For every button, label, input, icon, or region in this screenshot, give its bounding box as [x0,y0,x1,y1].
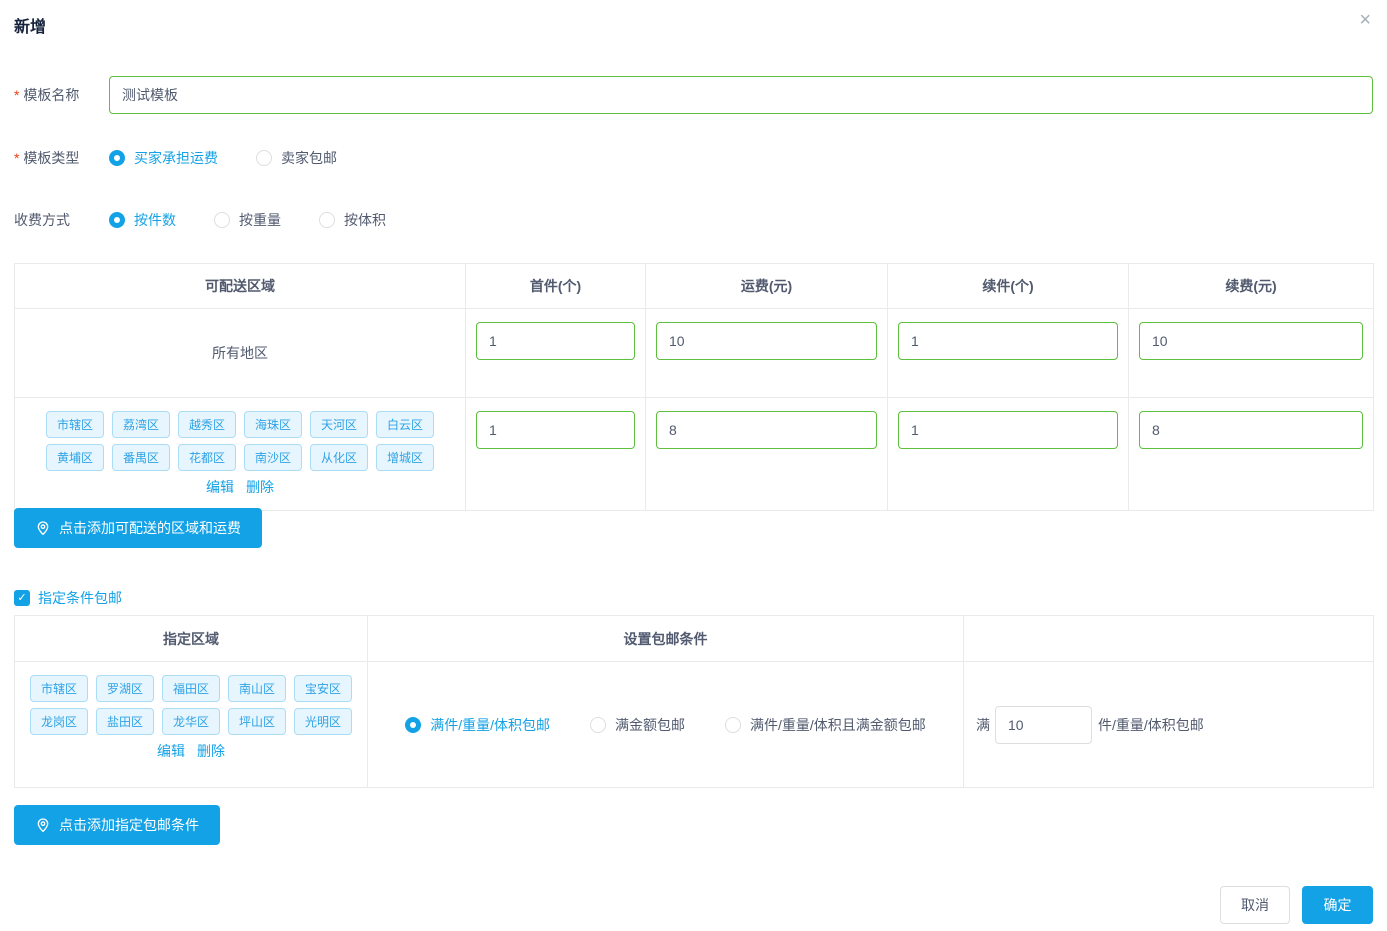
first-fee-input[interactable] [656,411,877,449]
charge-method-row: 收费方式 按件数 按重量 按体积 [14,211,1373,229]
first-qty-input[interactable] [476,411,635,449]
radio-buyer-pays[interactable]: 买家承担运费 [109,148,218,168]
edit-link[interactable]: 编辑 [157,741,185,761]
region-tag[interactable]: 罗湖区 [96,675,154,702]
col-header-first-qty: 首件(个) [466,264,646,309]
region-tag[interactable]: 龙岗区 [30,708,88,735]
add-condition-button[interactable]: 点击添加指定包邮条件 [14,805,220,845]
template-name-row: 模板名称 [14,76,1373,114]
table-row: 编辑 删除 市辖区荔湾区越秀区海珠区天河区白云区黄埔区番禺区花都区南沙区从化区增… [15,398,1374,511]
threshold-group: 满 件/重量/体积包邮 [976,706,1373,744]
region-tag[interactable]: 白云区 [376,411,434,438]
region-tag[interactable]: 天河区 [310,411,368,438]
radio-by-piece[interactable]: 按件数 [109,210,176,230]
region-tag[interactable]: 荔湾区 [112,411,170,438]
delete-link[interactable]: 删除 [197,741,225,761]
template-type-radio-group: 买家承担运费 卖家包邮 [109,148,375,168]
area-all-regions: 所有地区 [15,309,466,398]
radio-selected-icon [405,717,421,733]
region-tag[interactable]: 黄埔区 [46,444,104,471]
template-type-row: 模板类型 买家承担运费 卖家包邮 [14,149,1373,167]
next-fee-input[interactable] [1139,322,1363,360]
col-header-condition: 设置包邮条件 [368,616,964,662]
col-header-first-fee: 运费(元) [646,264,888,309]
charge-method-label: 收费方式 [14,210,95,230]
template-name-input[interactable] [109,76,1373,114]
dialog-title: 新增 [14,13,46,37]
radio-unselected-icon [256,150,272,166]
template-type-label: 模板类型 [14,148,95,168]
region-tag[interactable]: 光明区 [294,708,352,735]
next-qty-input[interactable] [898,411,1118,449]
region-tag[interactable]: 南沙区 [244,444,302,471]
add-area-button[interactable]: 点击添加可配送的区域和运费 [14,508,262,548]
charge-method-radio-group: 按件数 按重量 按体积 [109,210,424,230]
table-row: 所有地区 [15,309,1374,398]
radio-unselected-icon [725,717,741,733]
shipping-table-header: 可配送区域 首件(个) 运费(元) 续件(个) 续费(元) [15,264,1374,309]
table-row: 编辑 删除 市辖区罗湖区福田区南山区宝安区龙岗区盐田区龙华区坪山区光明区 满件/… [15,662,1374,788]
checkbox-checked-icon: ✓ [14,590,30,606]
next-fee-input[interactable] [1139,411,1363,449]
region-tag[interactable]: 增城区 [376,444,434,471]
conditional-free-shipping-checkbox[interactable]: ✓ 指定条件包邮 [14,588,122,608]
col-header-next-qty: 续件(个) [888,264,1129,309]
region-tag[interactable]: 越秀区 [178,411,236,438]
region-tag[interactable]: 龙华区 [162,708,220,735]
threshold-input[interactable] [995,706,1092,744]
region-tag[interactable]: 花都区 [178,444,236,471]
location-pin-icon [35,817,51,833]
region-tag[interactable]: 盐田区 [96,708,154,735]
region-tag[interactable]: 海珠区 [244,411,302,438]
col-header-next-fee: 续费(元) [1129,264,1374,309]
threshold-prefix: 满 [976,715,990,735]
first-fee-input[interactable] [656,322,877,360]
radio-qty-and-amount[interactable]: 满件/重量/体积且满金额包邮 [725,715,926,735]
shipping-table: 可配送区域 首件(个) 运费(元) 续件(个) 续费(元) 所有地区 编辑 删除… [14,263,1374,511]
region-tag[interactable]: 番禺区 [112,444,170,471]
condition-radio-group: 满件/重量/体积包邮 满金额包邮 满件/重量/体积且满金额包邮 [368,715,963,735]
region-tag-list: 编辑 删除 市辖区罗湖区福田区南山区宝安区龙岗区盐田区龙华区坪山区光明区 [23,672,359,764]
region-tag[interactable]: 坪山区 [228,708,286,735]
col-header-specified-area: 指定区域 [15,616,368,662]
col-header-area: 可配送区域 [15,264,466,309]
cancel-button[interactable]: 取消 [1220,886,1290,924]
radio-seller-free[interactable]: 卖家包邮 [256,148,337,168]
template-name-label: 模板名称 [14,85,95,105]
radio-qty-weight-volume[interactable]: 满件/重量/体积包邮 [405,715,550,735]
region-tag[interactable]: 市辖区 [30,675,88,702]
edit-link[interactable]: 编辑 [206,477,234,497]
radio-selected-icon [109,212,125,228]
threshold-suffix: 件/重量/体积包邮 [1098,715,1204,735]
radio-by-volume[interactable]: 按体积 [319,210,386,230]
region-tag[interactable]: 宝安区 [294,675,352,702]
region-tag[interactable]: 从化区 [310,444,368,471]
radio-unselected-icon [590,717,606,733]
region-tag[interactable]: 市辖区 [46,411,104,438]
first-qty-input[interactable] [476,322,635,360]
radio-selected-icon [109,150,125,166]
radio-unselected-icon [319,212,335,228]
radio-by-weight[interactable]: 按重量 [214,210,281,230]
delete-link[interactable]: 删除 [246,477,274,497]
free-shipping-table-header: 指定区域 设置包邮条件 [15,616,1374,662]
region-tag[interactable]: 福田区 [162,675,220,702]
region-tag-list: 编辑 删除 市辖区荔湾区越秀区海珠区天河区白云区黄埔区番禺区花都区南沙区从化区增… [23,408,457,500]
region-tag[interactable]: 南山区 [228,675,286,702]
location-pin-icon [35,520,51,536]
confirm-button[interactable]: 确定 [1302,886,1373,924]
free-shipping-table: 指定区域 设置包邮条件 编辑 删除 市辖区罗湖区福田区南山区宝安区龙岗区盐田区龙… [14,615,1374,788]
close-icon[interactable]: × [1359,10,1371,30]
radio-amount[interactable]: 满金额包邮 [590,715,685,735]
next-qty-input[interactable] [898,322,1118,360]
radio-unselected-icon [214,212,230,228]
col-header-empty [964,616,1374,662]
